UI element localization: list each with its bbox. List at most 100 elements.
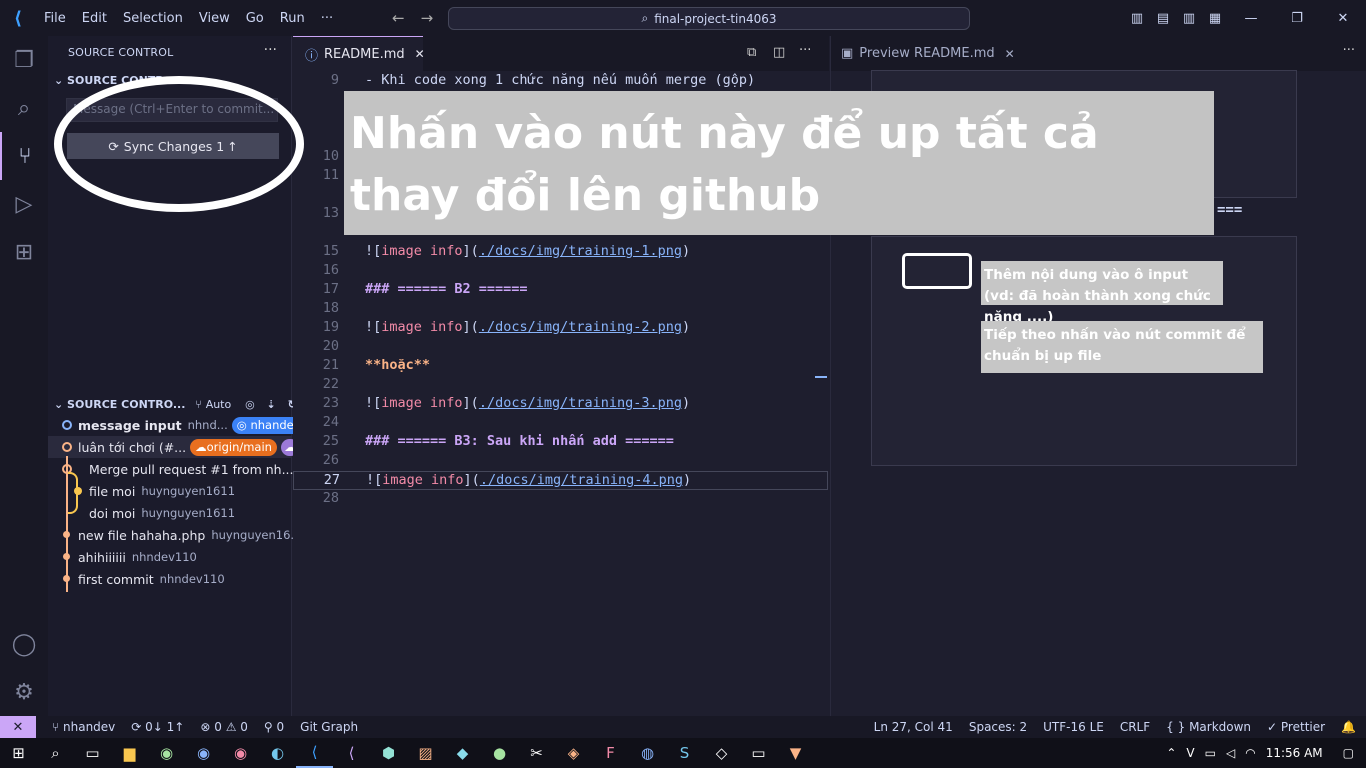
split-editor-icon[interactable]: ◫ <box>773 45 785 60</box>
language-mode[interactable]: { } Markdown <box>1166 720 1251 734</box>
chrome-icon[interactable]: ◉ <box>222 738 259 768</box>
open-preview-icon[interactable]: ⧉ <box>747 45 756 60</box>
chrome-icon[interactable]: ◉ <box>148 738 185 768</box>
chrome-icon[interactable]: ◉ <box>185 738 222 768</box>
problems-indicator[interactable]: ⊗ 0 ⚠ 0 <box>200 720 248 734</box>
toggle-secondary-sidebar-icon[interactable]: ▥ <box>1176 11 1202 26</box>
code-line[interactable]: 24 <box>293 414 829 433</box>
nav-arrows-icon[interactable]: ←→ <box>392 9 449 27</box>
prettier-status[interactable]: ✓ Prettier <box>1267 720 1325 734</box>
auto-label[interactable]: Auto <box>206 398 232 411</box>
file-explorer-icon[interactable]: ▆ <box>111 738 148 768</box>
skype-icon[interactable]: S <box>666 738 703 768</box>
graph-row[interactable]: message input nhnd... ◎ nhandev <box>78 414 306 436</box>
more-actions-icon[interactable]: ··· <box>799 43 811 58</box>
edge-icon[interactable]: ◐ <box>259 738 296 768</box>
vpn-icon[interactable]: V <box>1186 746 1194 760</box>
branch-indicator[interactable]: ⑂ nhandev <box>52 720 115 734</box>
code-line[interactable]: 21 **hoặc** <box>293 357 829 376</box>
extensions-icon[interactable]: ⊞ <box>0 228 48 276</box>
filezilla-icon[interactable]: F <box>592 738 629 768</box>
close-icon[interactable]: ✕ <box>1320 11 1366 26</box>
more-actions-icon[interactable]: ··· <box>1343 43 1355 58</box>
code-line[interactable]: 28 <box>293 490 829 509</box>
code-line[interactable]: 17 ### ====== B2 ====== <box>293 281 829 300</box>
menu-view[interactable]: View <box>191 11 238 26</box>
tab-preview[interactable]: ▣ Preview README.md ✕ <box>831 36 1015 71</box>
target-icon[interactable]: ◎ <box>245 398 255 411</box>
notification-center-icon[interactable]: ▢ <box>1343 746 1354 760</box>
code-line[interactable]: 19 ![image info](./docs/img/training-2.pn… <box>293 319 829 338</box>
menu-run[interactable]: Run <box>272 11 313 26</box>
toggle-sidebar-icon[interactable]: ▥ <box>1124 11 1150 26</box>
app-icon[interactable]: ◈ <box>555 738 592 768</box>
minimize-icon[interactable]: — <box>1228 11 1274 26</box>
sync-indicator[interactable]: ⟳ 0↓ 1↑ <box>131 720 184 734</box>
notifications-icon[interactable]: 🔔 <box>1341 720 1356 734</box>
layout-icon[interactable]: ▦ <box>1202 11 1228 26</box>
code-line[interactable]: 25 ### ====== B3: Sau khi nhấn add ====== <box>293 433 829 452</box>
indentation[interactable]: Spaces: 2 <box>969 720 1027 734</box>
battery-icon[interactable]: ▭ <box>1205 746 1216 760</box>
windows-start-icon[interactable]: ⊞ <box>0 738 37 768</box>
visual-studio-icon[interactable]: ⟨ <box>333 738 370 768</box>
code-line-current[interactable]: 27 ![image info](./docs/img/training-4.pn… <box>293 471 828 490</box>
account-icon[interactable]: ◯ <box>0 620 48 668</box>
code-line[interactable]: 23 ![image info](./docs/img/training-3.pn… <box>293 395 829 414</box>
graph-row[interactable]: file moi huynguyen1611 <box>89 480 235 502</box>
source-control-icon[interactable]: ⑂ <box>0 132 48 180</box>
code-line[interactable]: 26 <box>293 452 829 471</box>
more-actions-icon[interactable]: ··· <box>264 42 277 58</box>
menu-edit[interactable]: Edit <box>74 11 115 26</box>
snipping-icon[interactable]: ✂ <box>518 738 555 768</box>
close-icon[interactable]: ✕ <box>1005 47 1015 61</box>
tab-readme[interactable]: ⓘ README.md ✕ <box>293 36 425 71</box>
section-header-graph[interactable]: ⌄ SOURCE CONTRO... ⑂ Auto ◎ ⇣ ↻ <box>54 398 297 411</box>
code-line[interactable]: 16 <box>293 262 829 281</box>
code-line[interactable]: 20 <box>293 338 829 357</box>
git-graph-button[interactable]: Git Graph <box>300 720 358 734</box>
menu-go[interactable]: Go <box>238 11 272 26</box>
chevron-up-icon[interactable]: ⌃ <box>1166 746 1176 760</box>
app-icon[interactable]: ◆ <box>444 738 481 768</box>
toggle-panel-icon[interactable]: ▤ <box>1150 11 1176 26</box>
search-icon[interactable]: ⌕ <box>0 84 48 132</box>
graph-row[interactable]: ahihiiiiii nhndev110 <box>78 546 197 568</box>
code-line[interactable]: 22 <box>293 376 829 395</box>
clock[interactable]: 11:56 AM <box>1266 746 1323 760</box>
menu-selection[interactable]: Selection <box>115 11 191 26</box>
code-line[interactable]: 15 ![image info](./docs/img/training-1.pn… <box>293 243 829 262</box>
restore-icon[interactable]: ❐ <box>1274 11 1320 26</box>
run-debug-icon[interactable]: ▷ <box>0 180 48 228</box>
brave-icon[interactable]: ▼ <box>777 738 814 768</box>
sublime-icon[interactable]: ▨ <box>407 738 444 768</box>
code-line[interactable]: 9- Khi code xong 1 chức năng nếu muốn me… <box>293 72 829 91</box>
remote-icon[interactable]: ✕ <box>0 716 36 738</box>
code-line[interactable]: 18 <box>293 300 829 319</box>
ports-indicator[interactable]: ⚲ 0 <box>264 720 284 734</box>
search-icon[interactable]: ⌕ <box>37 738 74 768</box>
cursor-position[interactable]: Ln 27, Col 41 <box>874 720 953 734</box>
graph-row[interactable]: doi moi huynguyen1611 <box>89 502 235 524</box>
fetch-icon[interactable]: ⇣ <box>267 398 276 411</box>
graph-row[interactable]: new file hahaha.php huynguyen16... <box>78 524 301 546</box>
menu-file[interactable]: File <box>36 11 74 26</box>
app-icon[interactable]: ● <box>481 738 518 768</box>
vscode-icon[interactable]: ⟨ <box>296 738 333 768</box>
encoding[interactable]: UTF-16 LE <box>1043 720 1104 734</box>
graph-row[interactable]: Merge pull request #1 from nh... <box>89 458 294 480</box>
volume-icon[interactable]: ◁ <box>1226 746 1235 760</box>
settings-gear-icon[interactable]: ⚙ <box>0 668 48 716</box>
close-icon[interactable]: ✕ <box>415 47 425 61</box>
graph-row[interactable]: luân tới chơi (#... ☁ origin/main ☁ <box>78 436 299 458</box>
command-center-search[interactable]: ⌕ final-project-tin4063 <box>448 7 970 30</box>
zalo-icon[interactable]: ◍ <box>629 738 666 768</box>
terminal-icon[interactable]: ▭ <box>740 738 777 768</box>
app-icon[interactable]: ⬢ <box>370 738 407 768</box>
task-view-icon[interactable]: ▭ <box>74 738 111 768</box>
menu-more[interactable]: ··· <box>313 11 341 26</box>
graph-row[interactable]: first commit nhndev110 <box>78 568 225 590</box>
wifi-icon[interactable]: ◠ <box>1245 746 1255 760</box>
explorer-icon[interactable]: ❐ <box>0 36 48 84</box>
app-icon[interactable]: ◇ <box>703 738 740 768</box>
